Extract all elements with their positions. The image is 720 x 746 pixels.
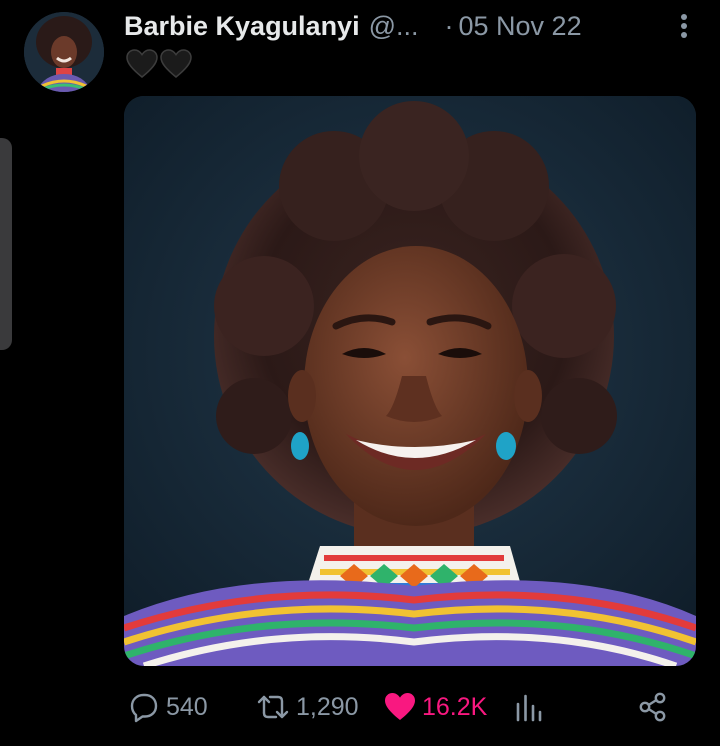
reply-count: 540 bbox=[166, 692, 208, 721]
retweet-icon bbox=[256, 691, 290, 723]
black-heart-icon bbox=[160, 49, 192, 79]
more-vertical-icon[interactable] bbox=[672, 10, 696, 42]
avatar[interactable] bbox=[24, 12, 104, 92]
reply-icon bbox=[128, 691, 160, 723]
tweet-date[interactable]: 05 Nov 22 bbox=[459, 11, 582, 42]
like-button[interactable]: 16.2K bbox=[384, 684, 487, 730]
share-icon bbox=[638, 692, 668, 722]
black-heart-icon bbox=[126, 49, 158, 79]
display-name[interactable]: Barbie Kyagulanyi bbox=[124, 11, 360, 42]
user-handle[interactable]: @... bbox=[369, 11, 419, 42]
views-button[interactable] bbox=[514, 684, 544, 730]
separator-dot: · bbox=[444, 10, 454, 41]
heart-filled-icon bbox=[384, 692, 416, 722]
tweet-page: Barbie Kyagulanyi @... · 05 Nov 22 540 1… bbox=[0, 0, 720, 746]
share-button[interactable] bbox=[638, 684, 668, 730]
tweet-text bbox=[126, 46, 192, 82]
portrait-image bbox=[124, 96, 696, 666]
tweet-photo[interactable] bbox=[124, 96, 696, 666]
retweet-count: 1,290 bbox=[296, 692, 359, 721]
like-count: 16.2K bbox=[422, 692, 488, 721]
bar-chart-icon bbox=[514, 692, 544, 722]
tweet-header: Barbie Kyagulanyi @... · 05 Nov 22 bbox=[124, 6, 696, 46]
avatar-image bbox=[24, 12, 104, 92]
side-drawer-handle[interactable] bbox=[0, 138, 12, 350]
retweet-button[interactable]: 1,290 bbox=[256, 684, 359, 730]
tweet-action-bar: 540 1,290 16.2K bbox=[128, 684, 688, 730]
reply-button[interactable]: 540 bbox=[128, 684, 208, 730]
